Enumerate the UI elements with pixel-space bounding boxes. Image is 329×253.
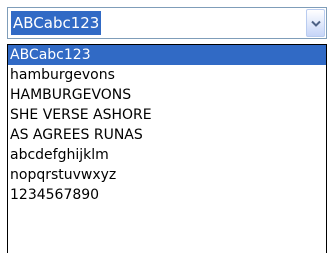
list-item[interactable]: nopqrstuvwxyz [8, 165, 326, 185]
dropdown-button[interactable] [306, 9, 325, 37]
dropdown-list[interactable]: ABCabc123 hamburgevons HAMBURGEVONS SHE … [7, 44, 327, 253]
list-item[interactable]: abcdefghijklm [8, 145, 326, 165]
list-item[interactable]: SHE VERSE ASHORE [8, 105, 326, 125]
list-item[interactable]: hamburgevons [8, 65, 326, 85]
list-item[interactable]: 1234567890 [8, 185, 326, 205]
list-item[interactable]: AS AGREES RUNAS [8, 125, 326, 145]
list-item[interactable]: HAMBURGEVONS [8, 85, 326, 105]
font-combobox[interactable]: ABCabc123 [7, 7, 327, 39]
combobox-value[interactable]: ABCabc123 [11, 11, 102, 35]
chevron-down-icon [311, 20, 321, 27]
list-item-selected[interactable]: ABCabc123 [8, 45, 326, 65]
